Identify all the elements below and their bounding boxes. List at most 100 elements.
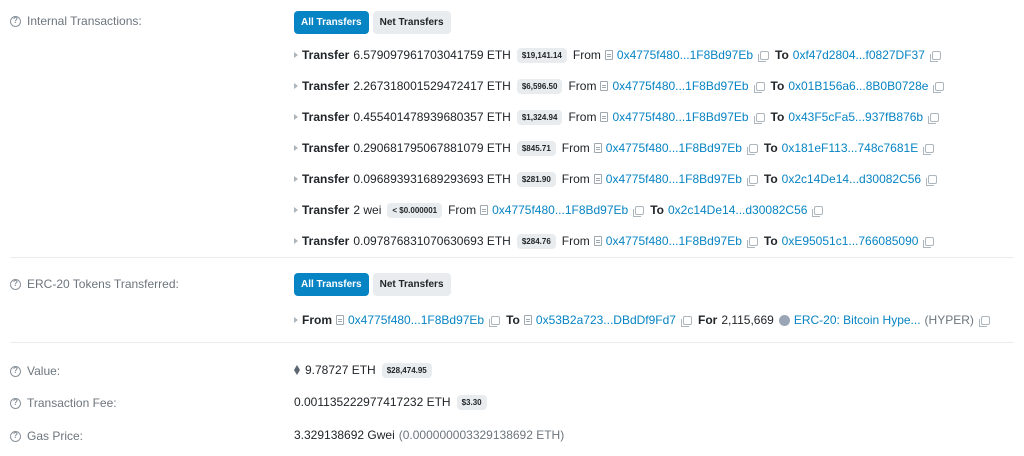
- divider: [10, 342, 1014, 343]
- usd-badge: $6,596.50: [516, 78, 563, 94]
- help-icon[interactable]: ?: [10, 430, 21, 442]
- usd-badge: $284.76: [516, 233, 556, 249]
- internal-transfer-row: Transfer 0.290681795067881079 ETH $845.71 F…: [294, 139, 935, 157]
- copy-icon[interactable]: [933, 81, 945, 93]
- from-address-link[interactable]: 0x4775f480...1F8Bd97Eb: [492, 203, 628, 217]
- copy-icon[interactable]: [489, 315, 501, 327]
- from-address-link[interactable]: 0x4775f480...1F8Bd97Eb: [348, 313, 484, 327]
- usd-badge: $845.71: [516, 140, 556, 156]
- copy-icon[interactable]: [746, 236, 758, 248]
- fee-amount: 0.001135222977417232 ETH: [294, 395, 451, 409]
- transfer-keyword: Transfer: [302, 234, 350, 248]
- from-address-link[interactable]: 0x4775f480...1F8Bd97Eb: [612, 110, 748, 124]
- transfer-keyword: Transfer: [302, 110, 350, 124]
- to-keyword: To: [763, 172, 778, 186]
- from-keyword: From: [302, 313, 332, 327]
- to-address-link[interactable]: 0x53B2a723...DBdDf9Fd7: [536, 313, 676, 327]
- caret-right-icon[interactable]: [294, 83, 298, 89]
- ethereum-icon: [294, 364, 300, 375]
- gas-eth: (0.000000003329138692 ETH): [398, 428, 565, 442]
- fee-label-row: ? Transaction Fee:: [10, 396, 117, 410]
- caret-right-icon[interactable]: [294, 145, 298, 151]
- to-address-link[interactable]: 0x01B156a6...8B0B0728e: [788, 79, 928, 93]
- to-keyword: To: [775, 48, 789, 62]
- document-icon: [600, 81, 609, 91]
- gas-gwei: 3.329138692 Gwei: [294, 428, 395, 442]
- copy-icon[interactable]: [929, 50, 941, 62]
- to-keyword: To: [763, 141, 778, 155]
- help-icon[interactable]: ?: [10, 365, 21, 377]
- usd-badge: $281.90: [516, 171, 556, 187]
- to-address-link[interactable]: 0x2c14De14...d30082C56: [668, 203, 807, 217]
- document-icon: [593, 236, 602, 246]
- help-icon[interactable]: ?: [10, 15, 21, 27]
- caret-right-icon[interactable]: [294, 317, 298, 323]
- transfer-amount: 2 wei: [353, 203, 382, 217]
- from-address-link[interactable]: 0x4775f480...1F8Bd97Eb: [617, 48, 753, 62]
- copy-icon[interactable]: [633, 205, 645, 217]
- caret-right-icon[interactable]: [294, 114, 298, 120]
- document-icon: [593, 174, 602, 184]
- internal-transfer-row: Transfer 0.455401478939680357 ETH $1,324.9…: [294, 108, 940, 126]
- from-keyword: From: [561, 141, 590, 155]
- to-address-link[interactable]: 0xE95051c1...766085090: [782, 234, 919, 248]
- copy-icon[interactable]: [812, 205, 824, 217]
- copy-icon[interactable]: [923, 143, 935, 155]
- value-amount: 9.78727 ETH: [305, 363, 376, 377]
- value-row: 9.78727 ETH $28,474.95: [294, 361, 432, 379]
- value-usd-badge: $28,474.95: [381, 362, 432, 378]
- tab-net-transfers[interactable]: Net Transfers: [372, 273, 451, 296]
- caret-right-icon[interactable]: [294, 176, 298, 182]
- help-icon[interactable]: ?: [10, 397, 21, 409]
- copy-icon[interactable]: [746, 174, 758, 186]
- transfer-amount: 0.097876831070630693 ETH: [353, 234, 511, 248]
- copy-icon[interactable]: [923, 236, 935, 248]
- from-keyword: From: [568, 79, 597, 93]
- to-keyword: To: [770, 110, 785, 124]
- copy-icon[interactable]: [758, 50, 769, 62]
- from-address-link[interactable]: 0x4775f480...1F8Bd97Eb: [612, 79, 748, 93]
- for-keyword: For: [697, 313, 718, 327]
- transfer-keyword: Transfer: [302, 203, 350, 217]
- from-address-link[interactable]: 0x4775f480...1F8Bd97Eb: [606, 172, 742, 186]
- caret-right-icon[interactable]: [294, 52, 298, 58]
- document-icon: [593, 143, 602, 153]
- copy-icon[interactable]: [978, 315, 990, 327]
- internal-transfer-tabs: All Transfers Net Transfers: [294, 11, 451, 34]
- gas-label: Gas Price:: [27, 429, 84, 443]
- to-address-link[interactable]: 0x2c14De14...d30082C56: [782, 172, 921, 186]
- tab-all-transfers[interactable]: All Transfers: [294, 273, 369, 296]
- copy-icon[interactable]: [928, 112, 940, 124]
- from-keyword: From: [568, 110, 597, 124]
- document-icon: [480, 205, 489, 215]
- token-symbol: (HYPER): [924, 313, 974, 327]
- fee-row: 0.001135222977417232 ETH $3.30: [294, 393, 487, 411]
- tab-net-transfers[interactable]: Net Transfers: [372, 11, 451, 34]
- transfer-keyword: Transfer: [302, 48, 350, 62]
- token-link[interactable]: ERC-20: Bitcoin Hype...: [794, 313, 921, 327]
- to-address-link[interactable]: 0xf47d2804...f0827DF37: [793, 48, 925, 62]
- copy-icon[interactable]: [680, 315, 692, 327]
- document-icon: [604, 50, 613, 60]
- internal-transfer-row: Transfer 2.267318001529472417 ETH $6,596.5…: [294, 77, 945, 95]
- caret-right-icon[interactable]: [294, 207, 298, 213]
- transfer-keyword: Transfer: [302, 79, 350, 93]
- from-address-link[interactable]: 0x4775f480...1F8Bd97Eb: [606, 141, 742, 155]
- to-address-link[interactable]: 0x181eF113...748c7681E: [782, 141, 919, 155]
- internal-transfer-row: Transfer 0.096893931689293693 ETH $281.90 F…: [294, 170, 938, 188]
- internal-transfer-row: Transfer 6.579097961703041759 ETH $19,141.…: [294, 46, 941, 64]
- copy-icon[interactable]: [746, 143, 758, 155]
- copy-icon[interactable]: [926, 174, 938, 186]
- fee-label: Transaction Fee:: [27, 396, 117, 410]
- usd-badge: $19,141.14: [516, 47, 567, 63]
- from-keyword: From: [448, 203, 477, 217]
- caret-right-icon[interactable]: [294, 238, 298, 244]
- tab-all-transfers[interactable]: All Transfers: [294, 11, 369, 34]
- copy-icon[interactable]: [753, 81, 765, 93]
- from-keyword: From: [561, 172, 590, 186]
- help-icon[interactable]: ?: [10, 278, 21, 290]
- fee-usd-badge: $3.30: [456, 394, 487, 410]
- from-address-link[interactable]: 0x4775f480...1F8Bd97Eb: [606, 234, 742, 248]
- copy-icon[interactable]: [753, 112, 765, 124]
- to-address-link[interactable]: 0x43F5cFa5...937fB876b: [788, 110, 923, 124]
